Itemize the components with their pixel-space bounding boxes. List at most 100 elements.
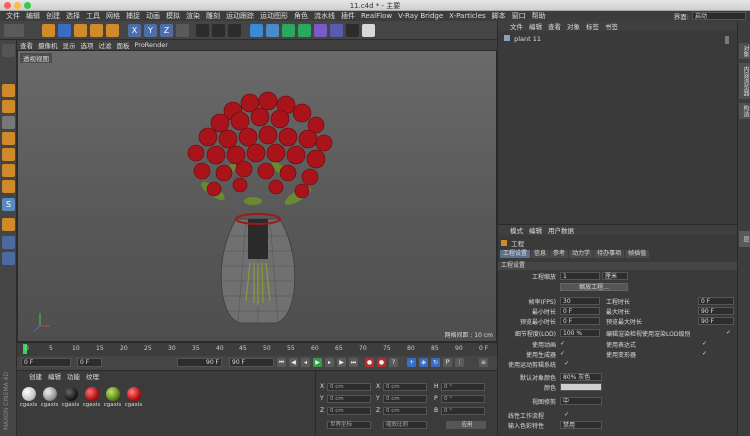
- menu-snap[interactable]: 捕捉: [126, 11, 140, 21]
- vtab-content-browser[interactable]: 内容浏览器: [739, 63, 750, 99]
- vtab-layers[interactable]: 层: [739, 231, 750, 247]
- render-lod-checkbox[interactable]: ✓: [726, 329, 731, 336]
- attribute-menu-edit[interactable]: 编辑: [529, 225, 542, 235]
- object-menu-edit[interactable]: 编辑: [529, 21, 542, 31]
- snap-icon[interactable]: S: [2, 198, 15, 211]
- menu-help[interactable]: 帮助: [532, 11, 546, 21]
- current-frame-field[interactable]: 0 F: [77, 358, 102, 367]
- motion-system-checkbox[interactable]: ✓: [564, 360, 569, 367]
- tab-info[interactable]: 信息: [531, 250, 550, 258]
- menu-create[interactable]: 创建: [46, 11, 60, 21]
- material-swatch[interactable]: cgaxis: [124, 387, 143, 408]
- pen-icon[interactable]: [266, 24, 279, 37]
- material-swatch[interactable]: cgaxis: [40, 387, 59, 408]
- go-to-start-icon[interactable]: ⏮: [277, 358, 286, 367]
- viewport-menu-cameras[interactable]: 摄像机: [38, 40, 58, 50]
- menu-simulate[interactable]: 模拟: [166, 11, 180, 21]
- coordinate-mode-select[interactable]: 世界坐标: [327, 421, 371, 429]
- recent-tool-icon[interactable]: [106, 24, 119, 37]
- object-menu-bookmarks[interactable]: 书签: [605, 21, 618, 31]
- menu-pipeline[interactable]: 流水线: [314, 11, 335, 21]
- view-clip-select[interactable]: 中: [560, 397, 602, 405]
- tab-key-interpolation[interactable]: 帧插值: [625, 250, 650, 258]
- model-mode-icon[interactable]: [2, 84, 15, 97]
- tab-dynamics[interactable]: 动力学: [569, 250, 594, 258]
- viewport-menu-view[interactable]: 查看: [20, 40, 33, 50]
- menu-file[interactable]: 文件: [6, 11, 20, 21]
- use-animation-checkbox[interactable]: ✓: [560, 340, 565, 347]
- autokey-icon[interactable]: ●: [377, 358, 386, 367]
- cloner-icon[interactable]: [298, 24, 311, 37]
- object-menu-file[interactable]: 文件: [510, 21, 523, 31]
- menu-select[interactable]: 选择: [66, 11, 80, 21]
- apply-button[interactable]: 应用: [446, 421, 486, 429]
- material-swatch[interactable]: cgaxis: [61, 387, 80, 408]
- viewport-menu-options[interactable]: 选项: [81, 40, 94, 50]
- keyframe-selection-icon[interactable]: ?: [389, 358, 398, 367]
- live-select-icon[interactable]: [42, 24, 55, 37]
- rotation-h-field[interactable]: 0 °: [441, 383, 485, 391]
- menu-animate[interactable]: 动画: [146, 11, 160, 21]
- scale-icon[interactable]: [74, 24, 87, 37]
- viewport-menu-display[interactable]: 显示: [63, 40, 76, 50]
- planar-workplane-icon[interactable]: [2, 236, 15, 249]
- render-view-icon[interactable]: [196, 24, 209, 37]
- project-scale-field[interactable]: 1: [560, 272, 600, 280]
- go-to-end-icon[interactable]: ⏭: [349, 358, 358, 367]
- fps-field[interactable]: 30: [560, 297, 600, 305]
- size-y-field[interactable]: 0 cm: [383, 395, 427, 403]
- material-menu-create[interactable]: 创建: [29, 371, 42, 381]
- material-menu-texture[interactable]: 纹理: [86, 371, 99, 381]
- material-swatch[interactable]: cgaxis: [19, 387, 38, 408]
- axis-mode-icon[interactable]: [2, 180, 15, 193]
- menu-vray-bridge[interactable]: V-Ray Bridge: [398, 12, 443, 20]
- menu-script[interactable]: 脚本: [492, 11, 506, 21]
- texture-mode-icon[interactable]: [2, 100, 15, 113]
- render-picture-viewer-icon[interactable]: [212, 24, 225, 37]
- scale-project-button[interactable]: 缩放工程...: [560, 283, 628, 291]
- z-axis-icon[interactable]: Z: [160, 24, 173, 37]
- points-mode-icon[interactable]: [2, 132, 15, 145]
- object-menu-tags[interactable]: 标签: [586, 21, 599, 31]
- max-time-field[interactable]: 90 F: [698, 307, 734, 315]
- next-frame-icon[interactable]: ▸: [325, 358, 334, 367]
- undo-icon[interactable]: [4, 24, 24, 37]
- object-menu-objects[interactable]: 对象: [567, 21, 580, 31]
- rotation-b-field[interactable]: 0 °: [441, 407, 485, 415]
- end-frame-field[interactable]: 90 F: [177, 358, 222, 367]
- position-y-field[interactable]: 0 cm: [327, 395, 371, 403]
- start-frame-field[interactable]: 0 F: [21, 358, 71, 367]
- timeline-settings-icon[interactable]: ≡: [479, 358, 488, 367]
- use-expressions-checkbox[interactable]: ✓: [702, 340, 707, 347]
- menu-character[interactable]: 角色: [294, 11, 308, 21]
- record-keys-icon[interactable]: ●: [365, 358, 374, 367]
- lock-workplane-icon[interactable]: [2, 218, 15, 231]
- menu-mesh[interactable]: 网格: [106, 11, 120, 21]
- menu-realflow[interactable]: RealFlow: [361, 12, 392, 20]
- workplane-icon[interactable]: [2, 116, 15, 129]
- object-item-plant[interactable]: plant 11: [504, 35, 541, 43]
- size-x-field[interactable]: 0 cm: [383, 383, 427, 391]
- floor-icon[interactable]: [330, 24, 343, 37]
- project-scale-unit[interactable]: 厘米: [602, 272, 628, 280]
- cube-icon[interactable]: [250, 24, 263, 37]
- record-point-level-icon[interactable]: ⋮: [455, 358, 464, 367]
- project-time-field[interactable]: 0 F: [698, 297, 734, 305]
- position-z-field[interactable]: 0 cm: [327, 407, 371, 415]
- use-deformers-checkbox[interactable]: ✓: [702, 350, 707, 357]
- menu-x-particles[interactable]: X-Particles: [449, 12, 485, 20]
- input-color-select[interactable]: 禁用: [560, 421, 602, 429]
- default-color-select[interactable]: 80% 灰色: [560, 373, 602, 381]
- lod-field[interactable]: 100 %: [560, 329, 600, 337]
- menu-motion-tracker[interactable]: 运动跟踪: [226, 11, 254, 21]
- attribute-menu-userdata[interactable]: 用户数据: [548, 225, 574, 235]
- preview-max-field[interactable]: 90 F: [698, 317, 734, 325]
- grid-workplane-icon[interactable]: [2, 252, 15, 265]
- tab-todo[interactable]: 待办事项: [594, 250, 625, 258]
- polygons-mode-icon[interactable]: [2, 164, 15, 177]
- menu-tools[interactable]: 工具: [86, 11, 100, 21]
- menu-edit[interactable]: 编辑: [26, 11, 40, 21]
- vtab-structure[interactable]: 构造: [739, 103, 750, 119]
- tab-reference[interactable]: 参考: [550, 250, 569, 258]
- layout-select[interactable]: 启动: [692, 12, 746, 20]
